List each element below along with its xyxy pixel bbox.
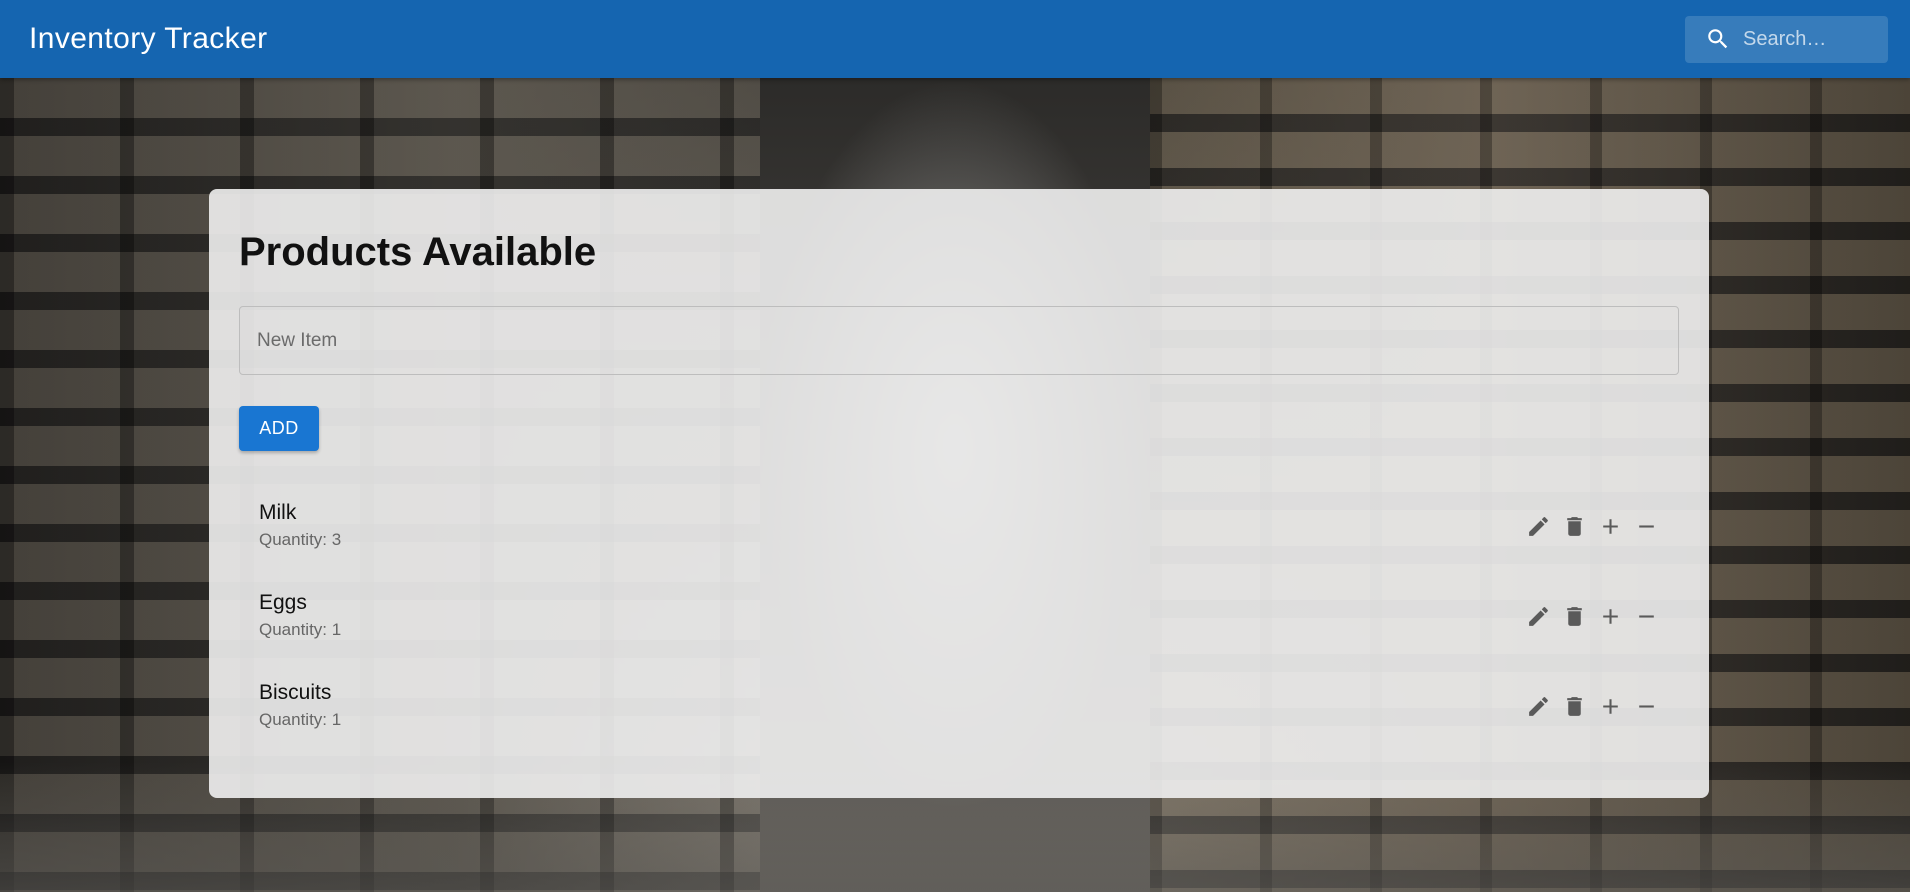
item-actions: [1526, 694, 1659, 719]
item-text: Milk Quantity: 3: [259, 500, 341, 552]
plus-icon[interactable]: [1598, 514, 1623, 539]
item-name: Eggs: [259, 591, 307, 614]
item-actions: [1526, 514, 1659, 539]
search-icon: [1705, 26, 1731, 52]
minus-icon[interactable]: [1634, 604, 1659, 629]
item-quantity: Quantity: 1: [259, 620, 342, 639]
new-item-input[interactable]: [239, 306, 1679, 375]
item-text: Biscuits Quantity: 1: [259, 680, 341, 732]
page-title: Products Available: [239, 230, 597, 274]
item-quantity: Quantity: 3: [259, 530, 342, 549]
search-box[interactable]: [1685, 15, 1888, 63]
minus-icon[interactable]: [1634, 694, 1659, 719]
delete-icon[interactable]: [1562, 604, 1587, 629]
edit-icon[interactable]: [1526, 604, 1551, 629]
minus-icon[interactable]: [1634, 514, 1659, 539]
item-name: Milk: [259, 501, 297, 524]
list-item: Milk Quantity: 3: [239, 481, 1679, 571]
add-button[interactable]: ADD: [239, 406, 319, 451]
delete-icon[interactable]: [1562, 694, 1587, 719]
app-title: Inventory Tracker: [29, 22, 268, 55]
delete-icon[interactable]: [1562, 514, 1587, 539]
item-name: Biscuits: [259, 681, 332, 704]
edit-icon[interactable]: [1526, 694, 1551, 719]
item-quantity: Quantity: 1: [259, 710, 342, 729]
item-text: Eggs Quantity: 1: [259, 590, 341, 642]
plus-icon[interactable]: [1598, 604, 1623, 629]
products-card: Products Available ADD Milk Quantity: 3 …: [209, 189, 1709, 798]
list-item: Eggs Quantity: 1: [239, 571, 1679, 661]
app-bar: Inventory Tracker: [0, 0, 1910, 78]
list-item: Biscuits Quantity: 1: [239, 661, 1679, 751]
plus-icon[interactable]: [1598, 694, 1623, 719]
search-input[interactable]: [1743, 27, 1873, 51]
item-actions: [1526, 604, 1659, 629]
edit-icon[interactable]: [1526, 514, 1551, 539]
product-list: Milk Quantity: 3 Eggs Quantity: 1 Biscui…: [239, 481, 1679, 751]
